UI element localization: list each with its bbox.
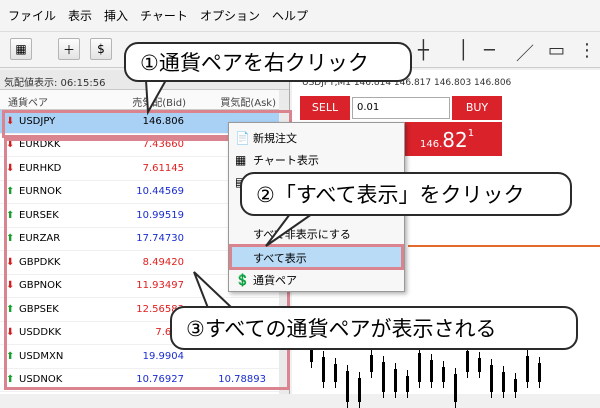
callout-step2: ②「すべて表示」をクリック bbox=[240, 172, 572, 216]
callout-step3: ③すべての通貨ペアが表示される bbox=[170, 306, 578, 350]
callout2-tail bbox=[265, 213, 316, 247]
callout3-tail bbox=[193, 271, 235, 309]
callout-step1: ①通貨ペアを右クリック bbox=[124, 42, 412, 82]
callout1-tail bbox=[144, 79, 168, 116]
